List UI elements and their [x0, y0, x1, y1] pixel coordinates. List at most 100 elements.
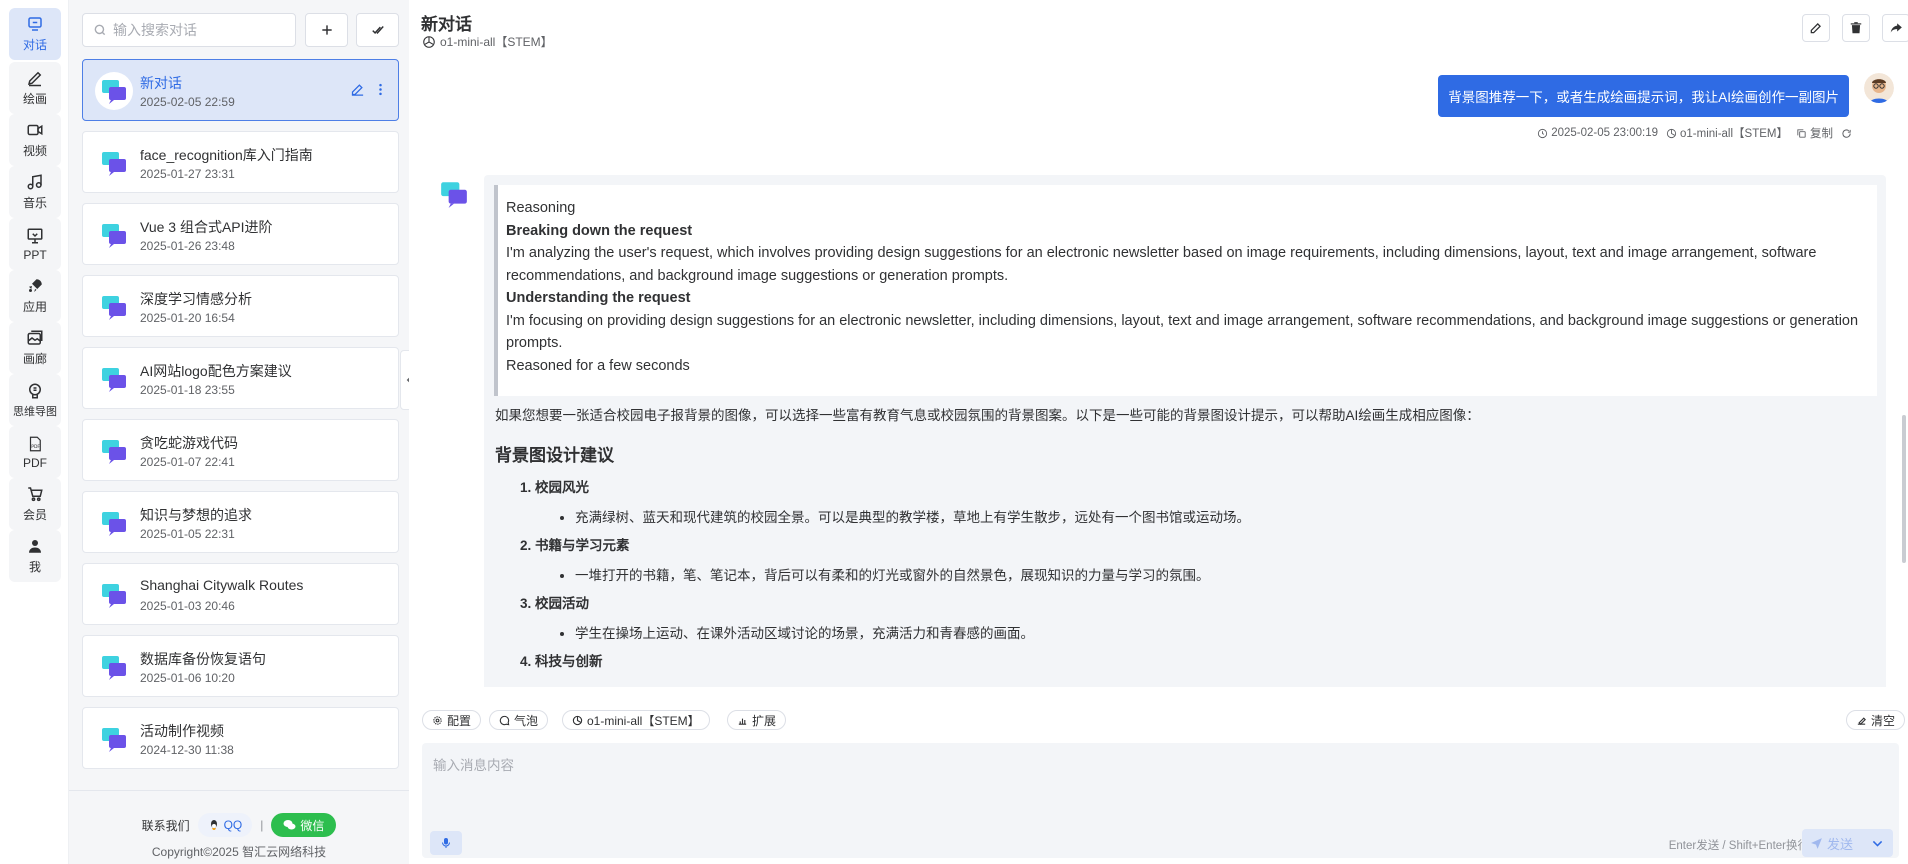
nav-draw[interactable]: 绘画 [9, 62, 61, 114]
answer-intro: 如果您想要一张适合校园电子报背景的图像，可以选择一些富有教育气息或校园氛围的背景… [495, 408, 1480, 423]
chat-bubbles-icon [102, 224, 126, 248]
nav-membership[interactable]: 会员 [9, 478, 61, 530]
list-item-detail: 学生在操场上运动、在课外活动区域讨论的场景，充满活力和青春感的画面。 [575, 624, 1875, 644]
nav-chat[interactable]: 对话 [9, 8, 61, 60]
nav-gallery[interactable]: 画廊 [9, 322, 61, 374]
send-icon [1811, 837, 1822, 849]
trash-icon [1850, 22, 1862, 34]
app-root: 对话 绘画 视频 音乐 PPT 应用 画廊 思维导图 PDF PDF 会员 我 … [0, 0, 1908, 864]
nav-label: 音乐 [22, 196, 47, 210]
nav-label: PDF [23, 455, 47, 470]
eraser-icon [1857, 716, 1866, 725]
regenerate-button[interactable] [1841, 128, 1852, 139]
reasoning-footer: Reasoned for a few seconds [506, 357, 690, 374]
message-composer: Enter发送 / Shift+Enter换行 发送 [422, 743, 1899, 858]
message-time: 2025-02-05 23:00:19 [1537, 127, 1658, 139]
assistant-avatar [439, 179, 469, 209]
search-box [82, 13, 296, 47]
send-options-dropdown[interactable] [1861, 829, 1893, 857]
send-button[interactable]: 发送 [1801, 829, 1861, 857]
suggestion-list: 校园风光 充满绿树、蓝天和现代建筑的校园全景。可以是典型的教学楼，草地上有学生散… [535, 478, 1875, 672]
edit-title-button[interactable] [1802, 14, 1830, 42]
chat-bubbles-icon [102, 368, 126, 392]
conversation-item[interactable]: 数据库备份恢复语句 2025-01-06 10:20 [82, 635, 399, 697]
conversation-item[interactable]: 知识与梦想的追求 2025-01-05 22:31 [82, 491, 399, 553]
conversation-item[interactable]: 深度学习情感分析 2025-01-20 16:54 [82, 275, 399, 337]
message-input[interactable] [422, 743, 1899, 823]
chat-bubble-icon [499, 715, 510, 725]
chat-bubbles-icon [102, 440, 126, 464]
new-conversation-button[interactable] [305, 13, 348, 47]
chat-bubbles-icon [102, 656, 126, 680]
conversation-item[interactable]: Vue 3 组合式API进阶 2025-01-26 23:48 [82, 203, 399, 265]
nav-me[interactable]: 我 [9, 530, 61, 582]
reasoning-heading: Breaking down the request [506, 222, 693, 239]
nav-video[interactable]: 视频 [9, 114, 61, 166]
share-button[interactable] [1882, 14, 1908, 42]
pdf-icon: PDF [29, 436, 41, 451]
chat-bubbles-icon [102, 584, 126, 608]
clock-icon [1538, 128, 1548, 138]
chat-bubbles-icon [102, 728, 126, 752]
nav-music[interactable]: 音乐 [9, 166, 61, 218]
conversation-item[interactable]: AI网站logo配色方案建议 2025-01-18 23:55 [82, 347, 399, 409]
bubble-button[interactable]: 气泡 [489, 710, 549, 730]
chat-scrollbar[interactable] [1902, 415, 1906, 563]
double-check-icon [371, 26, 384, 34]
conversation-avatar [95, 360, 133, 398]
extend-button[interactable]: 扩展 [727, 710, 787, 730]
mindmap-icon [29, 383, 41, 398]
reasoning-block: Reasoning Breaking down the request I'm … [494, 185, 1877, 396]
conversation-avatar [95, 720, 133, 758]
conversation-item[interactable]: 新对话 2025-02-05 22:59 [82, 59, 399, 121]
share-icon [1890, 23, 1902, 33]
conversation-avatar [95, 144, 133, 182]
plugin-icon [738, 718, 747, 725]
nav-mindmap[interactable]: 思维导图 [9, 374, 61, 426]
nav-label: 视频 [22, 144, 47, 158]
conversation-date: 2024-12-30 11:38 [140, 743, 234, 757]
nav-pdf[interactable]: PDF PDF [9, 426, 61, 478]
conversation-title: 深度学习情感分析 [140, 291, 252, 307]
conversation-title: Vue 3 组合式API进阶 [140, 219, 273, 235]
model-indicator: o1-mini-all【STEM】 [422, 33, 553, 50]
input-hint: Enter发送 / Shift+Enter换行 [1668, 840, 1809, 852]
chat-bubbles-icon [102, 80, 126, 104]
conversation-item[interactable]: face_recognition库入门指南 2025-01-27 23:31 [82, 131, 399, 193]
nav-label: 应用 [22, 300, 47, 314]
conversation-title: 新对话 [140, 75, 182, 91]
message-model: o1-mini-all【STEM】 [1666, 125, 1788, 141]
nav-apps[interactable]: 应用 [9, 270, 61, 322]
conversation-item[interactable]: Shanghai Citywalk Routes 2025-01-03 20:4… [82, 563, 399, 625]
more-vertical-icon[interactable] [373, 82, 388, 97]
nav-label: 绘画 [22, 92, 47, 106]
edit-icon[interactable] [350, 82, 365, 97]
wechat-button[interactable]: 微信 [271, 813, 337, 837]
nav-label: PPT [23, 247, 47, 262]
nav-ppt[interactable]: PPT [9, 218, 61, 270]
model-name: o1-mini-all【STEM】 [440, 35, 553, 49]
openai-icon [572, 715, 583, 725]
conversation-avatar [95, 648, 133, 686]
conversation-item[interactable]: 活动制作视频 2024-12-30 11:38 [82, 707, 399, 769]
conversation-title: face_recognition库入门指南 [140, 147, 313, 163]
search-input[interactable] [113, 22, 283, 38]
conversation-title: 活动制作视频 [140, 723, 224, 739]
model-select-button[interactable]: o1-mini-all【STEM】 [562, 710, 710, 730]
voice-input-button[interactable] [430, 831, 462, 855]
batch-select-button[interactable] [356, 13, 399, 47]
clear-button[interactable]: 清空 [1846, 710, 1906, 730]
wechat-label: 微信 [300, 818, 325, 833]
copy-button[interactable]: 复制 [1796, 125, 1833, 141]
cart-icon [28, 487, 43, 502]
conversation-title: Shanghai Citywalk Routes [140, 577, 304, 593]
delete-conversation-button[interactable] [1842, 14, 1870, 42]
conversation-item[interactable]: 贪吃蛇游戏代码 2025-01-07 22:41 [82, 419, 399, 481]
conversation-date: 2025-01-20 16:54 [140, 311, 235, 325]
config-button[interactable]: 配置 [422, 710, 482, 730]
conversation-title: 贪吃蛇游戏代码 [140, 435, 238, 451]
chat-icon [28, 17, 42, 31]
qq-button[interactable]: QQ [197, 813, 253, 837]
copyright-text: Copyright©2025 智汇云网络科技 [151, 845, 327, 859]
list-item: 校园活动 学生在操场上运动、在课外活动区域讨论的场景，充满活力和青春感的画面。 [535, 594, 1875, 644]
